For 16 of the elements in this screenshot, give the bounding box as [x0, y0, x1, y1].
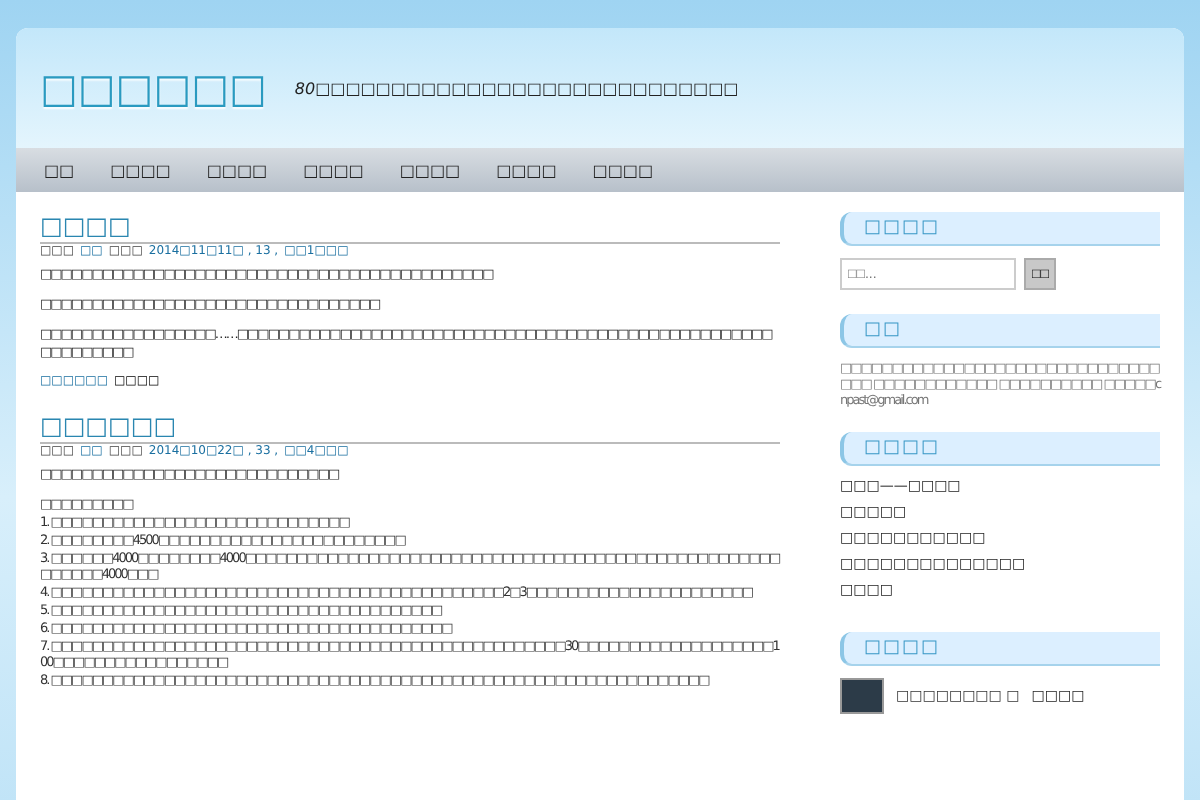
nav-link[interactable]: □□□□: [299, 161, 368, 179]
site-title: □□□□□□: [40, 64, 267, 112]
nav-link[interactable]: □□□□: [588, 161, 658, 179]
nav-link[interactable]: □□□□: [395, 161, 465, 179]
site-tagline: 80□□□□□□□□□□□□□□□□□□□□□□□□□□□□: [294, 79, 739, 97]
widget-title: □□: [840, 314, 1160, 348]
nav-link[interactable]: □□: [40, 161, 79, 179]
nav-link[interactable]: □□□□: [202, 161, 272, 179]
post-title[interactable]: □□□□□□: [40, 412, 780, 444]
thumbnail-image: [840, 678, 884, 714]
widget-title: □□□□: [840, 632, 1160, 666]
widget-title: □□□□: [840, 432, 1160, 466]
post-title[interactable]: □□□□: [40, 212, 780, 244]
nav-link[interactable]: □□□□: [492, 161, 561, 179]
widget-title: □□□□: [840, 212, 1160, 246]
nav-link[interactable]: □□□□: [106, 161, 175, 179]
